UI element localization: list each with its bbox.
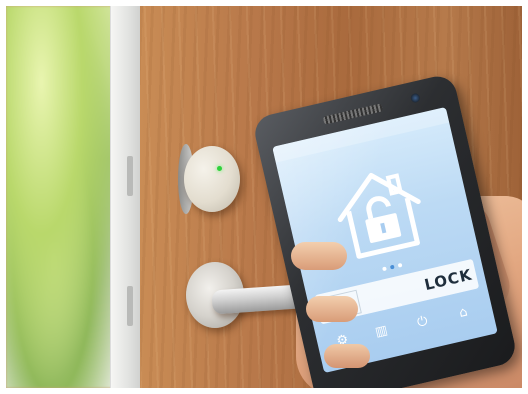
frame-latch-lower (127, 286, 133, 326)
outdoor-background (6, 6, 124, 388)
frame-latch (127, 156, 133, 196)
chart-icon[interactable]: ▥ (368, 319, 394, 345)
photo-scene: LOCK ⚙ ▥ ⏻ ⌂ (6, 6, 522, 388)
page-dot-active (389, 264, 395, 270)
lock-button[interactable]: LOCK (422, 262, 475, 298)
page-dot (397, 262, 403, 268)
page-dot (382, 266, 387, 272)
middle-finger (306, 296, 358, 322)
phone-speaker (322, 103, 383, 125)
page-indicator (380, 262, 405, 273)
status-option[interactable] (358, 279, 406, 310)
lock-status-led (217, 166, 222, 171)
phone-screen: LOCK ⚙ ▥ ⏻ ⌂ (272, 106, 498, 374)
smart-lock-device (184, 146, 240, 212)
ring-finger (324, 344, 370, 368)
power-icon[interactable]: ⏻ (409, 309, 435, 335)
phone-camera (409, 92, 421, 104)
door-frame (110, 6, 141, 388)
home-icon[interactable]: ⌂ (450, 300, 476, 326)
index-finger (291, 242, 347, 270)
